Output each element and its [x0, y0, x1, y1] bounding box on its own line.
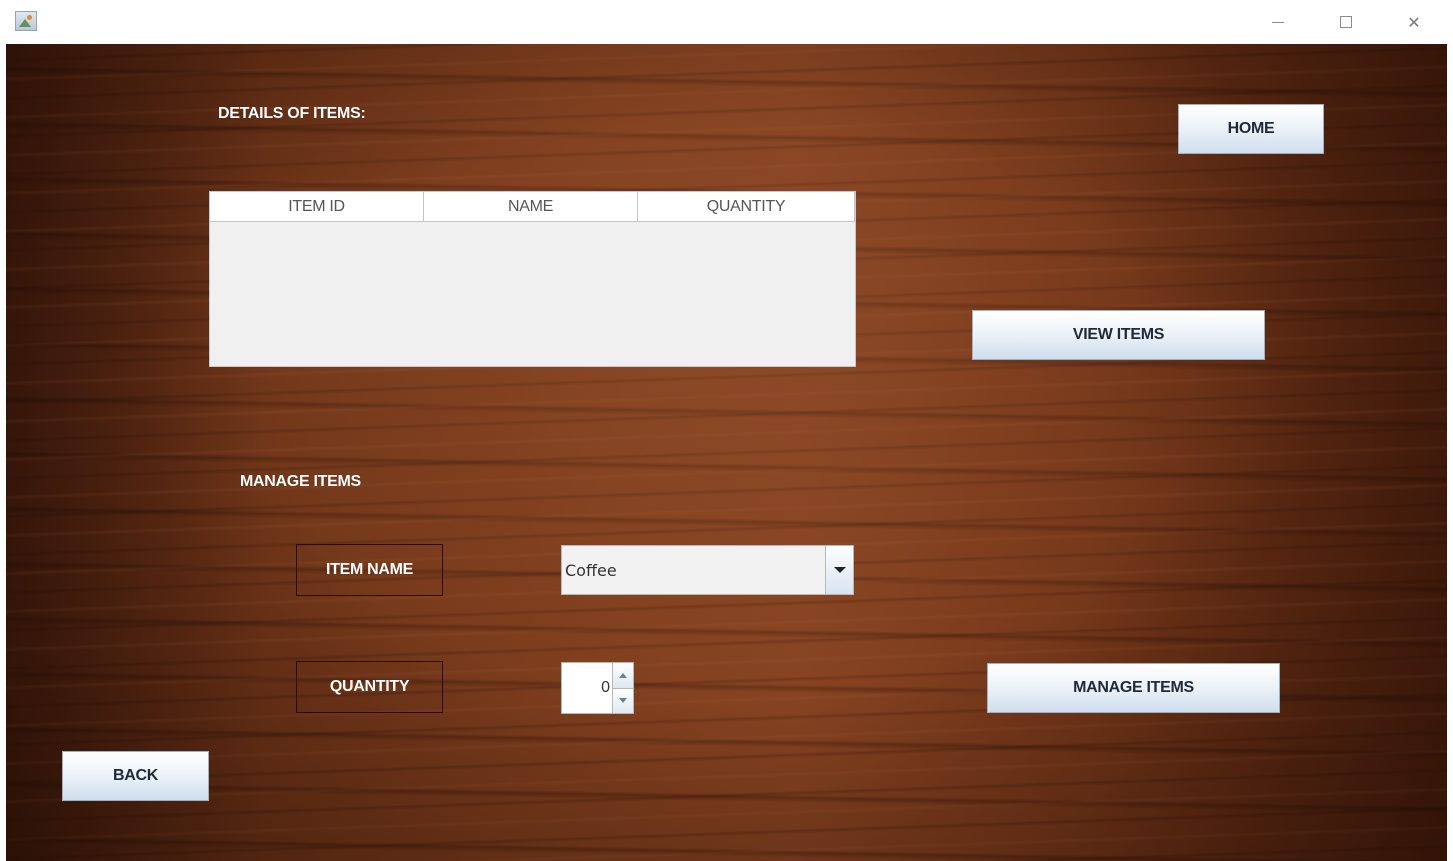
quantity-label: QUANTITY: [296, 661, 443, 713]
details-heading: DETAILS OF ITEMS:: [218, 105, 366, 122]
column-header-name[interactable]: NAME: [424, 192, 638, 221]
maximize-icon: [1340, 16, 1352, 28]
back-button[interactable]: BACK: [62, 751, 209, 801]
view-items-button[interactable]: VIEW ITEMS: [972, 310, 1265, 360]
quantity-spinner-value[interactable]: 0: [562, 663, 612, 713]
close-icon: ✕: [1407, 12, 1421, 32]
arrow-down-icon: [619, 698, 627, 704]
arrow-up-icon: [619, 672, 627, 678]
window-titlebar: ✕: [0, 0, 1453, 44]
column-header-quantity[interactable]: QUANTITY: [638, 192, 855, 221]
main-panel: DETAILS OF ITEMS: HOME ITEM ID NAME QUAN…: [6, 44, 1447, 861]
spinner-increment-button[interactable]: [613, 663, 633, 688]
home-button[interactable]: HOME: [1178, 104, 1324, 154]
minimize-icon: [1272, 21, 1284, 23]
minimize-button[interactable]: [1258, 8, 1298, 36]
manage-items-heading: MANAGE ITEMS: [240, 473, 361, 490]
table-header: ITEM ID NAME QUANTITY: [210, 192, 855, 222]
item-name-selected-value: Coffee: [565, 560, 617, 580]
item-name-combobox[interactable]: Coffee: [561, 545, 854, 595]
java-app-icon: [15, 11, 37, 31]
manage-items-button[interactable]: MANAGE ITEMS: [987, 663, 1280, 713]
close-button[interactable]: ✕: [1394, 8, 1434, 36]
maximize-button[interactable]: [1326, 8, 1366, 36]
spinner-buttons: [612, 663, 633, 713]
quantity-spinner[interactable]: 0: [561, 662, 634, 714]
table-body[interactable]: [210, 222, 855, 366]
column-header-item-id[interactable]: ITEM ID: [210, 192, 424, 221]
items-table[interactable]: ITEM ID NAME QUANTITY: [209, 191, 856, 367]
chevron-down-icon: [833, 567, 846, 573]
background-vignette: [6, 44, 1447, 861]
combobox-dropdown-button[interactable]: [825, 546, 853, 594]
item-name-label: ITEM NAME: [296, 544, 443, 596]
spinner-decrement-button[interactable]: [613, 687, 633, 713]
